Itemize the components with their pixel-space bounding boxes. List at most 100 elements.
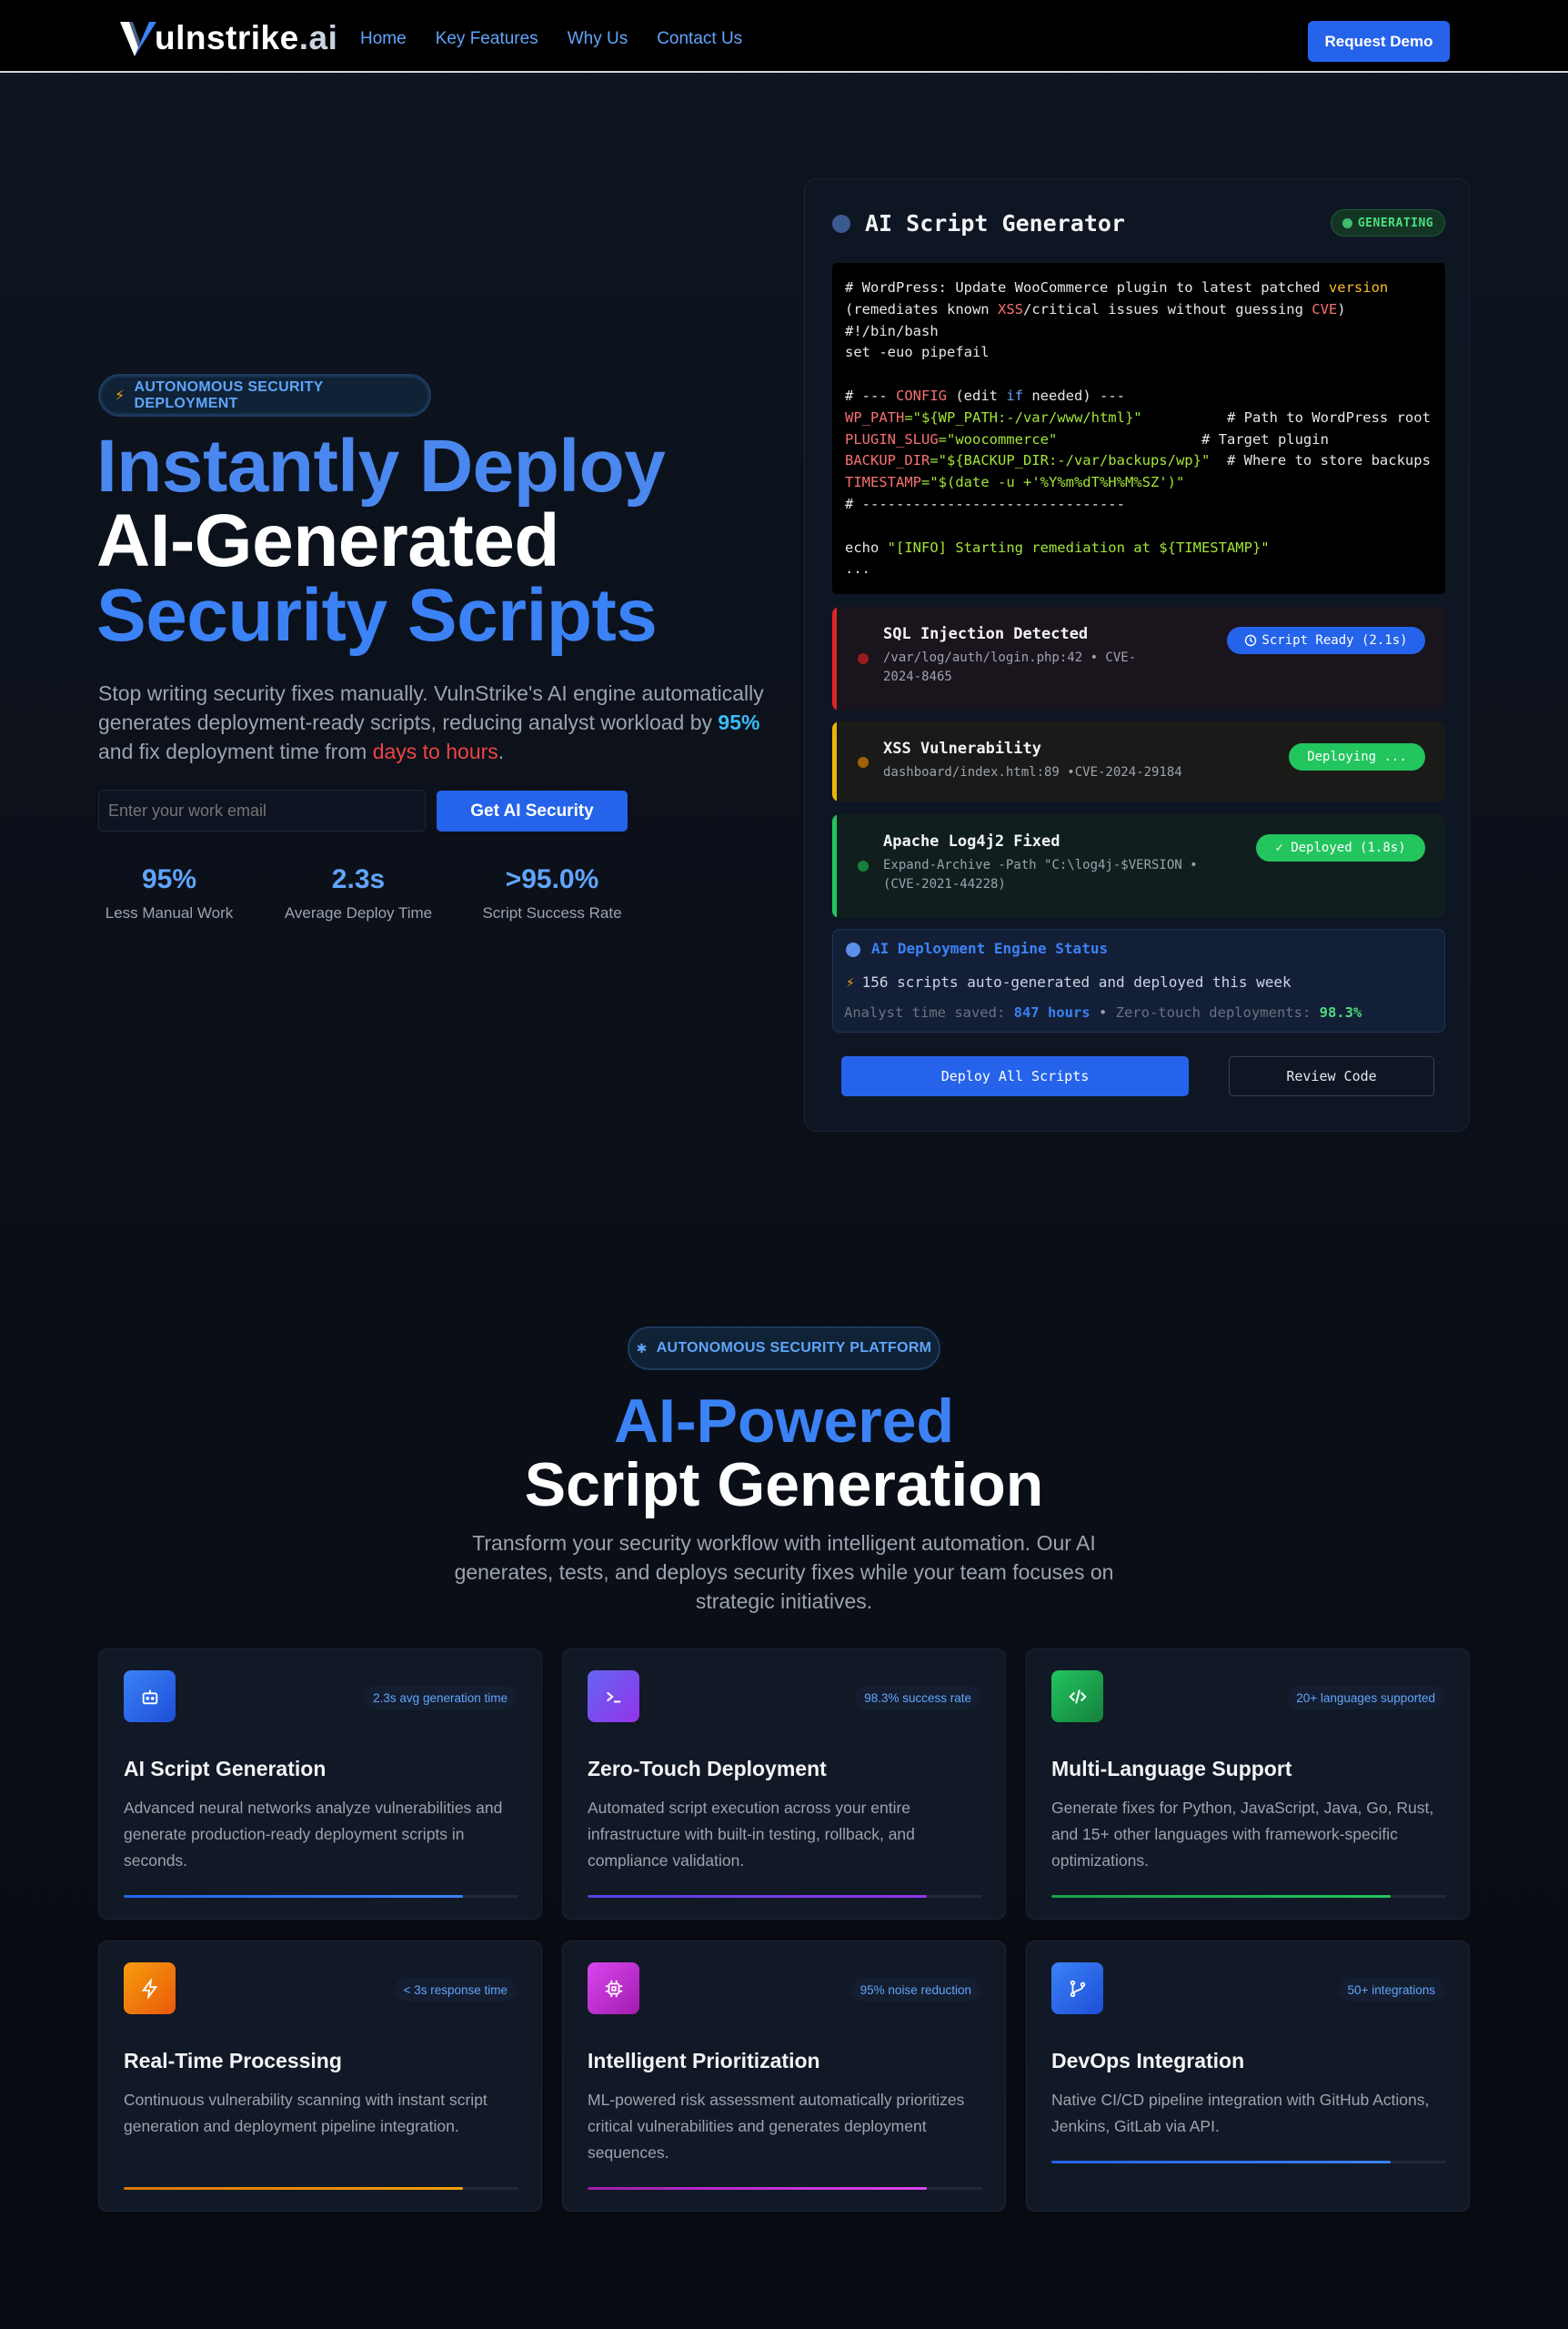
ai-script-generator-panel: AI Script Generator GENERATING # WordPre… [804,178,1470,1132]
status-dot-icon [1342,217,1352,228]
feature-tag: < 3s response time [394,1978,517,2001]
nav-link-contact-us[interactable]: Contact Us [657,29,742,49]
features-title-line1: AI-Powered [613,1386,955,1456]
feature-progress-fill [1051,2161,1392,2163]
feature-progress-track [124,2187,518,2190]
alert-detail: dashboard/index.html:89 •CVE-2024-29184 [883,765,1182,780]
engine-status-title: AI Deployment Engine Status [871,940,1109,957]
alert-status-pill[interactable]: Deploying ... [1289,743,1425,771]
review-code-button[interactable]: Review Code [1229,1056,1434,1096]
code-block[interactable]: # WordPress: Update WooCommerce plugin t… [832,263,1445,594]
feature-card[interactable]: 20+ languages supported Multi-Language Su… [1026,1648,1470,1920]
panel-title: AI Script Generator [865,210,1125,237]
features-title-line2: Script Generation [524,1450,1044,1519]
alert-detail: /var/log/auth/login.php:42 • CVE-2024-84… [883,650,1137,684]
alert-xss[interactable]: XSS Vulnerability dashboard/index.html:8… [832,721,1445,802]
feature-tag: 95% noise reduction [850,1978,980,2001]
stat-script-success-rate: >95.0% Script Success Rate [469,864,635,923]
stat-label: Script Success Rate [482,904,622,922]
feature-tag: 50+ integrations [1338,1978,1444,2001]
feature-progress-track [1051,2161,1446,2163]
alert-title: XSS Vulnerability [883,740,1041,758]
alert-title: Apache Log4j2 Fixed [883,832,1060,851]
feature-description: Native CI/CD pipeline integration with G… [1051,2091,1430,2135]
lightning-icon: ⚡ [115,388,126,404]
feature-description: ML-powered risk assessment automatically… [588,2091,965,2162]
logo[interactable]: ulnstrike.ai [118,16,337,58]
alert-status-dot [858,653,869,664]
hero-title-line2: AI-Generated [96,499,559,582]
feature-title: Intelligent Prioritization [588,2049,820,2072]
alert-severity-bar [832,814,837,918]
feature-card[interactable]: 2.3s avg generation time AI Script Genera… [98,1648,542,1920]
feature-tag: 20+ languages supported [1287,1686,1444,1709]
engine-scripts-line: ⚡ 156 scripts auto-generated and deployed… [846,973,1292,991]
nav-links: Home Key Features Why Us Contact Us [360,29,771,49]
alert-status-dot [858,757,869,768]
features-badge-label: AUTONOMOUS SECURITY PLATFORM [656,1340,932,1356]
alert-status-pill[interactable]: Script Ready (2.1s) [1227,627,1425,654]
alert-status-dot [858,861,869,872]
feature-tag: 98.3% success rate [855,1686,980,1709]
hero-badge: ⚡ AUTONOMOUS SECURITY DEPLOYMENT [98,374,431,417]
feature-card[interactable]: 98.3% success rate Zero-Touch Deployment A… [562,1648,1006,1920]
hero-title: Instantly Deploy AI-Generated Security S… [96,425,666,657]
work-email-input[interactable] [98,790,426,832]
feature-progress-fill [124,2187,464,2190]
stat-average-deploy-time: 2.3s Average Deploy Time [276,864,440,923]
feature-card[interactable]: < 3s response time Real-Time Processing Co… [98,1941,542,2212]
stat-value: 95% [141,864,197,894]
feature-progress-track [124,1895,518,1898]
alert-log4j[interactable]: Apache Log4j2 Fixed Expand-Archive -Path… [832,814,1445,918]
feature-card[interactable]: 95% noise reduction Intelligent Prioritiz… [562,1941,1006,2212]
lightning-icon: ⚡ [846,973,855,991]
logo-v-icon [120,22,156,56]
feature-title: AI Script Generation [124,1757,327,1780]
stat-label: Average Deploy Time [284,904,433,922]
stat-value: >95.0% [505,864,599,894]
feature-title: Real-Time Processing [124,2049,342,2072]
stat-label: Less Manual Work [105,904,234,922]
git-branch-icon [1051,1962,1103,2014]
feature-title: DevOps Integration [1051,2049,1245,2072]
terminal-icon [588,1670,639,1722]
feature-description: Generate fixes for Python, JavaScript, J… [1051,1799,1434,1870]
alert-detail: Expand-Archive -Path "C:\log4j-$VERSION … [883,858,1198,892]
get-ai-security-button[interactable]: Get AI Security [437,791,628,832]
feature-card[interactable]: 50+ integrations DevOps Integration Native… [1026,1941,1470,2212]
hero-badge-label: AUTONOMOUS SECURITY DEPLOYMENT [134,378,324,411]
nav-link-why-us[interactable]: Why Us [568,29,628,49]
stat-value: 2.3s [331,864,386,894]
stat-less-manual-work: 95% Less Manual Work [89,864,249,923]
feature-progress-fill [124,1895,464,1898]
hero-title-line3: Security Scripts [96,574,658,657]
alert-severity-bar [832,607,837,711]
hero-subtitle: Stop writing security fixes manually. Vu… [98,681,764,763]
chip-icon [588,1962,639,2014]
robot-icon [124,1670,176,1722]
alert-status-pill[interactable]: ✓ Deployed (1.8s) [1256,834,1425,862]
feature-progress-track [1051,1895,1446,1898]
deploy-all-scripts-button[interactable]: Deploy All Scripts [841,1056,1189,1096]
shield-bug-icon: ✱ [636,1340,648,1356]
alert-sql-injection[interactable]: SQL Injection Detected /var/log/auth/log… [832,607,1445,711]
request-demo-button[interactable]: Request Demo [1308,21,1450,62]
lightning-icon [124,1962,176,2014]
nav-link-key-features[interactable]: Key Features [436,29,538,49]
engine-status-box: AI Deployment Engine Status ⚡ 156 scripts… [832,929,1445,1033]
hero-title-line1: Instantly Deploy [96,425,666,508]
feature-progress-track [588,2187,982,2190]
feature-description: Advanced neural networks analyze vulnera… [124,1799,503,1870]
engine-metrics-line: Analyst time saved: 847 hours • Zero-tou… [844,1004,1362,1021]
engine-status-dot [846,943,860,957]
logo-text: ulnstrike.ai [155,19,338,56]
feature-progress-fill [588,2187,928,2190]
nav-link-home[interactable]: Home [360,29,407,49]
feature-progress-track [588,1895,982,1898]
generating-badge: GENERATING [1331,209,1445,237]
feature-progress-fill [1051,1895,1392,1898]
panel-status-dot [832,215,850,233]
feature-title: Multi-Language Support [1051,1757,1292,1780]
features-subtitle: Transform your security workflow with in… [454,1531,1114,1613]
alert-severity-bar [832,721,837,802]
